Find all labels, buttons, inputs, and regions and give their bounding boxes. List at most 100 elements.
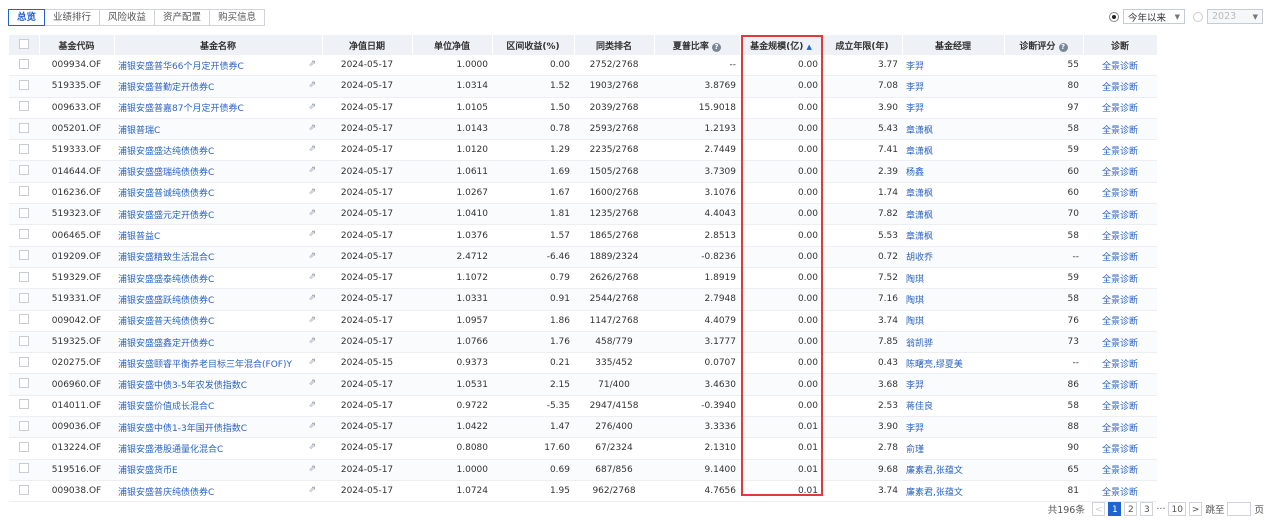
row-checkbox[interactable]: [19, 165, 29, 176]
fund-name[interactable]: 浦银安盛盛瑞纯债债券C: [118, 168, 214, 178]
row-checkbox[interactable]: [19, 314, 29, 325]
diagnosis-link[interactable]: 全景诊断: [1102, 275, 1138, 285]
fund-manager[interactable]: 陶琪: [906, 296, 924, 306]
fund-name[interactable]: 浦银普益C: [118, 232, 160, 242]
fund-name[interactable]: 浦银安盛普天纯债债券C: [118, 317, 214, 327]
diagnosis-link[interactable]: 全景诊断: [1102, 253, 1138, 263]
row-checkbox[interactable]: [19, 101, 29, 112]
tab-asset-allocation[interactable]: 资产配置: [155, 9, 211, 26]
row-checkbox[interactable]: [19, 143, 29, 154]
chart-icon[interactable]: ⇗: [308, 165, 316, 175]
row-checkbox[interactable]: [19, 399, 29, 410]
fund-manager[interactable]: 李羿: [906, 83, 924, 93]
diagnosis-link[interactable]: 全景诊断: [1102, 445, 1138, 455]
tab-overview[interactable]: 总览: [8, 9, 46, 26]
chart-icon[interactable]: ⇗: [308, 251, 316, 261]
help-icon[interactable]: ?: [712, 42, 722, 52]
next-page-button[interactable]: >: [1188, 502, 1203, 516]
row-checkbox[interactable]: [19, 463, 29, 474]
row-checkbox[interactable]: [19, 79, 29, 90]
diagnosis-link[interactable]: 全景诊断: [1102, 466, 1138, 476]
fund-manager[interactable]: 蒋佳良: [906, 402, 933, 412]
chart-icon[interactable]: ⇗: [308, 80, 316, 90]
page-jump-input[interactable]: [1227, 502, 1252, 516]
fund-name[interactable]: 浦银安盛普诚纯债债券C: [118, 189, 214, 199]
fund-name[interactable]: 浦银安盛价值成长混合C: [118, 402, 214, 412]
row-checkbox[interactable]: [19, 271, 29, 282]
fund-name[interactable]: 浦银普瑞C: [118, 126, 160, 136]
fund-name[interactable]: 浦银安盛精致生活混合C: [118, 253, 214, 263]
diagnosis-link[interactable]: 全景诊断: [1102, 381, 1138, 391]
tab-purchase-info[interactable]: 购买信息: [210, 9, 266, 26]
row-checkbox[interactable]: [19, 207, 29, 218]
fund-manager[interactable]: 杨鑫: [906, 168, 924, 178]
diagnosis-link[interactable]: 全景诊断: [1102, 424, 1138, 434]
fund-name[interactable]: 浦银安盛盛跃纯债债券C: [118, 296, 214, 306]
fund-name[interactable]: 浦银安盛盛泰纯债债券C: [118, 275, 214, 285]
fund-manager[interactable]: 章潇枫: [906, 147, 933, 157]
row-checkbox[interactable]: [19, 292, 29, 303]
row-checkbox[interactable]: [19, 229, 29, 240]
page-3-button[interactable]: 3: [1140, 502, 1154, 516]
fund-name[interactable]: 浦银安盛盛鑫定开债券C: [118, 339, 214, 349]
period-radio-selected[interactable]: [1109, 11, 1119, 22]
diagnosis-link[interactable]: 全景诊断: [1102, 189, 1138, 199]
fund-manager[interactable]: 章潇枫: [906, 211, 933, 221]
fund-name[interactable]: 浦银安盛中债3-5年农发债指数C: [118, 381, 247, 391]
fund-manager[interactable]: 李羿: [906, 381, 924, 391]
fund-name[interactable]: 浦银安盛普庆纯债债券C: [118, 488, 214, 498]
year-select[interactable]: 2023 ▼: [1207, 9, 1263, 24]
diagnosis-link[interactable]: 全景诊断: [1102, 83, 1138, 93]
row-checkbox[interactable]: [19, 186, 29, 197]
row-checkbox[interactable]: [19, 122, 29, 133]
row-checkbox[interactable]: [19, 250, 29, 261]
fund-manager[interactable]: 陈曙亮,缪夏美: [906, 360, 963, 370]
row-checkbox[interactable]: [19, 420, 29, 431]
fund-manager[interactable]: 陶琪: [906, 317, 924, 327]
period-select[interactable]: 今年以来 ▼: [1123, 9, 1185, 24]
chart-icon[interactable]: ⇗: [308, 123, 316, 133]
row-checkbox[interactable]: [19, 441, 29, 452]
page-2-button[interactable]: 2: [1124, 502, 1138, 516]
chart-icon[interactable]: ⇗: [308, 272, 316, 282]
col-header-scale[interactable]: 基金规模(亿) ▲: [740, 35, 823, 55]
fund-manager[interactable]: 廉素君,张蕴文: [906, 488, 963, 498]
diagnosis-link[interactable]: 全景诊断: [1102, 126, 1138, 136]
fund-name[interactable]: 浦银安盛普嘉87个月定开债券C: [118, 104, 244, 114]
diagnosis-link[interactable]: 全景诊断: [1102, 317, 1138, 327]
col-header-sharpe[interactable]: 夏普比率 ?: [654, 35, 741, 55]
diagnosis-link[interactable]: 全景诊断: [1102, 104, 1138, 114]
chart-icon[interactable]: ⇗: [308, 442, 316, 452]
fund-name[interactable]: 浦银安盛港股通量化混合C: [118, 445, 223, 455]
fund-name[interactable]: 浦银安盛普华66个月定开债券C: [118, 62, 244, 72]
diagnosis-link[interactable]: 全景诊断: [1102, 168, 1138, 178]
tab-performance-rank[interactable]: 业绩排行: [45, 9, 101, 26]
diagnosis-link[interactable]: 全景诊断: [1102, 62, 1138, 72]
chart-icon[interactable]: ⇗: [308, 59, 316, 69]
chart-icon[interactable]: ⇗: [308, 336, 316, 346]
fund-name[interactable]: 浦银安盛中债1-3年国开债指数C: [118, 424, 247, 434]
fund-name[interactable]: 浦银安盛颐睿平衡养老目标三年混合(FOF)Y: [118, 360, 292, 370]
diagnosis-link[interactable]: 全景诊断: [1102, 339, 1138, 349]
prev-page-button[interactable]: <: [1091, 502, 1106, 516]
year-radio[interactable]: [1193, 11, 1203, 22]
fund-manager[interactable]: 俞瑾: [906, 445, 924, 455]
fund-manager[interactable]: 胡收乔: [906, 253, 933, 263]
sort-asc-icon[interactable]: ▲: [806, 43, 811, 51]
tab-risk-return[interactable]: 风险收益: [100, 9, 156, 26]
chart-icon[interactable]: ⇗: [308, 229, 316, 239]
fund-manager[interactable]: 廉素君,张蕴文: [906, 466, 963, 476]
chart-icon[interactable]: ⇗: [308, 357, 316, 367]
row-checkbox[interactable]: [19, 356, 29, 367]
diagnosis-link[interactable]: 全景诊断: [1102, 232, 1138, 242]
row-checkbox[interactable]: [19, 58, 29, 69]
fund-manager[interactable]: 章潇枫: [906, 126, 933, 136]
fund-manager[interactable]: 李羿: [906, 62, 924, 72]
page-1-button[interactable]: 1: [1108, 502, 1122, 516]
fund-manager[interactable]: 翁凯骅: [906, 339, 933, 349]
fund-name[interactable]: 浦银安盛普勤定开债券C: [118, 83, 214, 93]
chart-icon[interactable]: ⇗: [308, 102, 316, 112]
fund-manager[interactable]: 章潇枫: [906, 232, 933, 242]
diagnosis-link[interactable]: 全景诊断: [1102, 211, 1138, 221]
chart-icon[interactable]: ⇗: [308, 144, 316, 154]
